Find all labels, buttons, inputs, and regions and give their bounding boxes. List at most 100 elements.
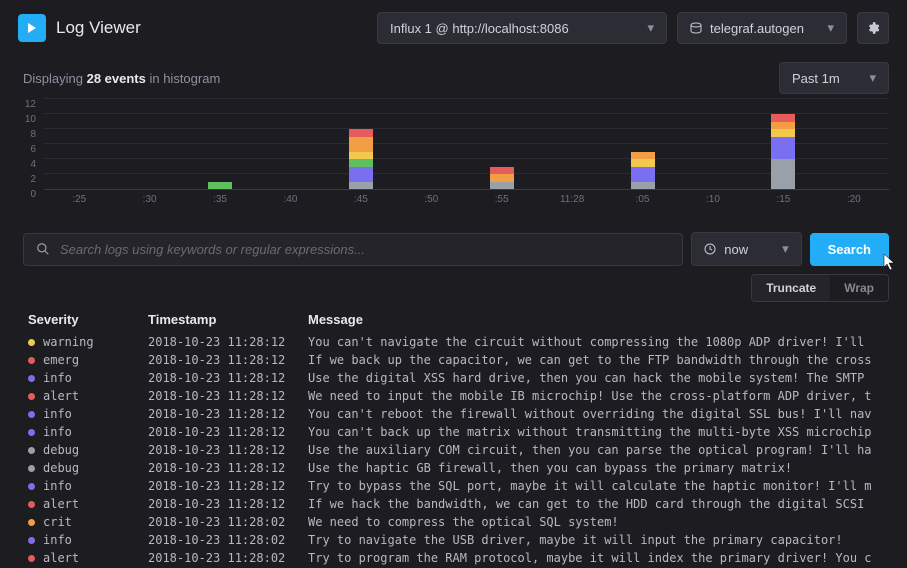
- cell-severity: alert: [28, 497, 148, 511]
- table-row[interactable]: crit2018-10-23 11:28:02We need to compre…: [28, 513, 889, 531]
- x-tick: :20: [847, 194, 861, 205]
- cell-timestamp: 2018-10-23 11:28:12: [148, 497, 308, 511]
- cell-severity: alert: [28, 389, 148, 403]
- x-tick: :55: [495, 194, 509, 205]
- y-tick: 12: [18, 100, 36, 115]
- bar-segment-alert: [349, 137, 373, 152]
- col-message[interactable]: Message: [308, 312, 889, 327]
- table-row[interactable]: debug2018-10-23 11:28:12Use the haptic G…: [28, 459, 889, 477]
- histogram-bar[interactable]: [771, 114, 795, 189]
- histogram-chart: 121086420 :25:30:35:40:45:50:5511:28:05:…: [0, 100, 907, 220]
- bar-segment-emerg: [771, 114, 795, 122]
- x-tick: :35: [213, 194, 227, 205]
- cell-message: Use the haptic GB firewall, then you can…: [308, 461, 889, 475]
- y-tick: 0: [18, 190, 36, 205]
- bar-segment-debug: [349, 182, 373, 190]
- play-button[interactable]: [18, 14, 46, 42]
- x-tick: :10: [706, 194, 720, 205]
- wrap-toggle[interactable]: Wrap: [830, 275, 888, 301]
- bar-segment-emerg: [490, 167, 514, 175]
- table-row[interactable]: alert2018-10-23 11:28:12If we hack the b…: [28, 495, 889, 513]
- histogram-bar[interactable]: [208, 182, 232, 190]
- cell-timestamp: 2018-10-23 11:28:02: [148, 533, 308, 547]
- x-tick: :45: [354, 194, 368, 205]
- x-tick: :50: [424, 194, 438, 205]
- bar-segment-warning: [349, 159, 373, 167]
- histogram-bar[interactable]: [349, 129, 373, 189]
- y-tick: 8: [18, 130, 36, 145]
- cell-message: Try to navigate the USB driver, maybe it…: [308, 533, 889, 547]
- page-title: Log Viewer: [56, 18, 367, 38]
- settings-button[interactable]: [857, 12, 889, 44]
- severity-dot: [28, 519, 35, 526]
- table-row[interactable]: emerg2018-10-23 11:28:12If we back up th…: [28, 351, 889, 369]
- bar-segment-alert: [771, 122, 795, 130]
- cell-message: If we hack the bandwidth, we can get to …: [308, 497, 889, 511]
- cell-severity: info: [28, 533, 148, 547]
- bar-segment-crit: [631, 159, 655, 167]
- bar-segment-info: [771, 137, 795, 160]
- time-now-dropdown[interactable]: now ▾: [691, 232, 801, 266]
- severity-dot: [28, 429, 35, 436]
- chevron-down-icon: ▾: [869, 70, 876, 86]
- x-tick: :15: [776, 194, 790, 205]
- cell-timestamp: 2018-10-23 11:28:12: [148, 371, 308, 385]
- database-label: telegraf.autogen: [710, 21, 804, 36]
- database-icon: [690, 22, 702, 34]
- cell-severity: info: [28, 407, 148, 421]
- table-row[interactable]: alert2018-10-23 11:28:12We need to input…: [28, 387, 889, 405]
- cell-severity: alert: [28, 551, 148, 565]
- cell-severity: info: [28, 371, 148, 385]
- datasource-dropdown[interactable]: Influx 1 @ http://localhost:8086 ▾: [377, 12, 667, 44]
- table-row[interactable]: info2018-10-23 11:28:02Try to navigate t…: [28, 531, 889, 549]
- cell-message: We need to compress the optical SQL syst…: [308, 515, 889, 529]
- search-box[interactable]: [23, 233, 683, 266]
- search-input[interactable]: [60, 242, 670, 257]
- bar-segment-debug: [771, 159, 795, 189]
- severity-dot: [28, 339, 35, 346]
- chevron-down-icon: ▾: [647, 20, 654, 36]
- bar-segment-alert: [490, 174, 514, 182]
- timerange-dropdown[interactable]: Past 1m ▾: [779, 62, 889, 94]
- table-row[interactable]: debug2018-10-23 11:28:12Use the auxiliar…: [28, 441, 889, 459]
- truncate-toggle[interactable]: Truncate: [752, 275, 830, 301]
- y-tick: 10: [18, 115, 36, 130]
- severity-dot: [28, 465, 35, 472]
- table-row[interactable]: info2018-10-23 11:28:12You can't back up…: [28, 423, 889, 441]
- table-row[interactable]: info2018-10-23 11:28:12Use the digital X…: [28, 369, 889, 387]
- histogram-bar[interactable]: [631, 152, 655, 190]
- cell-timestamp: 2018-10-23 11:28:12: [148, 461, 308, 475]
- cell-severity: info: [28, 479, 148, 493]
- histogram-bar[interactable]: [490, 167, 514, 190]
- severity-dot: [28, 411, 35, 418]
- x-tick: :30: [143, 194, 157, 205]
- x-tick: :05: [636, 194, 650, 205]
- table-row[interactable]: alert2018-10-23 11:28:02Try to program t…: [28, 549, 889, 567]
- cell-message: Use the auxiliary COM circuit, then you …: [308, 443, 889, 457]
- cursor-icon: [883, 253, 897, 276]
- table-row[interactable]: warning2018-10-23 11:28:12You can't navi…: [28, 333, 889, 351]
- cell-severity: warning: [28, 335, 148, 349]
- timerange-label: Past 1m: [792, 71, 840, 86]
- datasource-label: Influx 1 @ http://localhost:8086: [390, 21, 569, 36]
- cell-timestamp: 2018-10-23 11:28:12: [148, 425, 308, 439]
- col-timestamp[interactable]: Timestamp: [148, 312, 308, 327]
- wrap-toggle-group: Truncate Wrap: [751, 274, 889, 302]
- x-tick: 11:28: [560, 194, 584, 205]
- search-button[interactable]: Search: [810, 233, 889, 266]
- cell-timestamp: 2018-10-23 11:28:02: [148, 551, 308, 565]
- bar-segment-crit: [349, 152, 373, 160]
- table-row[interactable]: info2018-10-23 11:28:12Try to bypass the…: [28, 477, 889, 495]
- now-label: now: [724, 242, 748, 257]
- bar-segment-warning: [208, 182, 232, 190]
- table-row[interactable]: info2018-10-23 11:28:12You can't reboot …: [28, 405, 889, 423]
- col-severity[interactable]: Severity: [28, 312, 148, 327]
- cell-message: We need to input the mobile IB microchip…: [308, 389, 889, 403]
- search-icon: [36, 242, 50, 256]
- cell-message: You can't reboot the firewall without ov…: [308, 407, 889, 421]
- bar-segment-crit: [771, 129, 795, 137]
- severity-dot: [28, 501, 35, 508]
- cell-timestamp: 2018-10-23 11:28:12: [148, 407, 308, 421]
- severity-dot: [28, 537, 35, 544]
- database-dropdown[interactable]: telegraf.autogen ▾: [677, 12, 847, 44]
